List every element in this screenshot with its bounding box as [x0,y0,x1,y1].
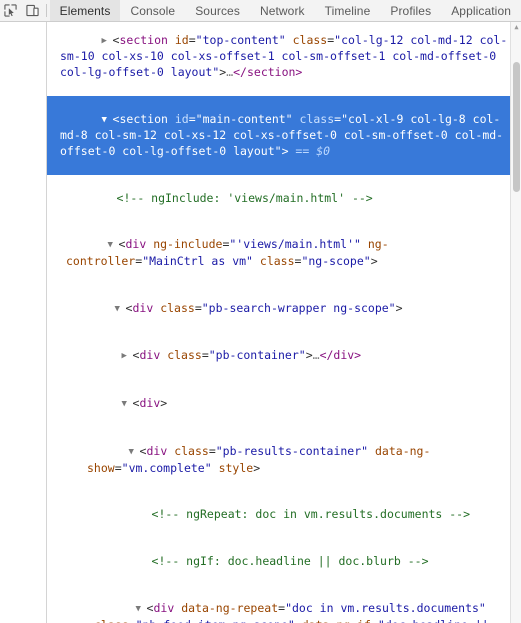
collapsed-children-ellipsis[interactable]: … [313,348,320,362]
tab-application[interactable]: Application [441,0,521,21]
dom-node-pb-search-wrapper[interactable]: ▼ <div class="pb-search-wrapper ng-scope"… [0,285,521,333]
tab-elements-label: Elements [59,3,111,18]
dom-comment-nginclude: <!-- ngInclude: 'views/main.html' --> [0,175,521,222]
dom-tree-scroll-area[interactable]: ▶ <section id="top-content" class="col-lg… [0,22,521,623]
attr-data-ng-repeat-value: "doc in vm.results.documents" [285,600,486,615]
dom-comment-ngif-headline-blurb: <!-- ngIf: doc.headline || doc.blurb --> [0,539,521,586]
tag-close-bracket: > [395,300,403,315]
collapse-arrow-icon[interactable]: ▼ [129,445,140,461]
attr-data-ng-repeat: data-ng-repeat [174,600,279,615]
tab-profiles[interactable]: Profiles [380,0,441,21]
attr-class: class [167,444,209,459]
collapse-arrow-icon[interactable]: ▼ [115,302,126,318]
dom-node-pb-feed-item[interactable]: ▼ <div data-ng-repeat="doc in vm.results.… [0,585,521,623]
tab-sources-label: Sources [195,3,240,18]
dom-comment-ngrepeat: <!-- ngRepeat: doc in vm.results.documen… [0,492,521,539]
dom-node-pb-container[interactable]: ▶ <div class="pb-container">…</div> [0,333,521,381]
tag-name: div [132,300,154,315]
toolbar-divider [45,4,47,17]
closing-tag: </div> [319,348,362,363]
attr-eq: = [188,32,196,47]
attr-id: id [167,32,189,47]
tab-timeline-label: Timeline [324,3,371,18]
attr-class: class [252,253,295,268]
tab-timeline[interactable]: Timeline [315,0,381,21]
tab-console[interactable]: Console [120,0,185,21]
device-toolbar-icon[interactable] [21,0,42,21]
attr-id-value: "top-content" [195,32,286,47]
attr-ng-include: ng-include [146,237,223,252]
comment-text: <!-- ngIf: doc.headline || doc.blurb --> [151,554,429,569]
attr-class-value: "pb-search-wrapper ng-scope" [201,300,396,315]
attr-class-value: "pb-results-container" [215,444,369,459]
tag-name: div [139,396,161,411]
inspect-element-icon[interactable] [0,0,21,21]
tag-close-bracket: > [370,253,378,268]
collapse-arrow-icon[interactable]: ▼ [102,113,113,129]
comment-text: <!-- ngInclude: 'views/main.html' --> [116,190,373,205]
tag-name: section [119,32,168,47]
attr-eq: = [194,300,202,315]
tab-network[interactable]: Network [250,0,315,21]
attr-style: style [211,460,254,475]
devtools-tab-bar: Elements Console Sources Network Timelin… [49,0,521,21]
tag-name: div [139,348,161,363]
attr-class-value: "pb-feed-item ng-scope" [136,618,295,623]
tab-sources[interactable]: Sources [185,0,250,21]
attr-eq: = [208,444,216,459]
tab-elements[interactable]: Elements [49,0,121,21]
collapse-arrow-icon[interactable]: ▼ [136,602,147,618]
tag-close-bracket: > [305,348,313,363]
closing-tag: </section> [233,64,303,79]
tag-close-bracket: > [281,143,289,158]
attr-data-ng-show-value: "vm.complete" [121,460,212,475]
attr-eq: = [201,348,209,363]
tab-profiles-label: Profiles [390,3,432,18]
attr-class: class [292,111,335,126]
vertical-scrollbar[interactable]: ▲ [510,22,521,623]
tag-name: div [125,237,147,252]
attr-ng-include-value: "'views/main.html'" [229,237,361,252]
dom-node-pb-results-container[interactable]: ▼ <div class="pb-results-container" data-… [0,428,521,491]
tab-application-label: Application [451,3,511,18]
dom-tree-panel[interactable]: ▶ <section id="top-content" class="col-lg… [0,22,521,623]
dom-node-top-content[interactable]: ▶ <section id="top-content" class="col-lg… [0,22,521,96]
attr-class-value: "pb-container" [208,348,306,363]
attr-data-ng-if: data-ng-if [295,618,371,623]
tag-close-bracket: > [160,396,168,411]
attr-class: class [285,32,328,47]
collapse-arrow-icon[interactable]: ▼ [122,397,133,413]
tab-console-label: Console [130,3,176,18]
attr-class-value: "ng-scope" [301,253,371,268]
attr-id-value: "main-content" [195,111,293,126]
tag-name: div [153,600,175,615]
attr-ng-controller-value: "MainCtrl as vm" [142,253,253,268]
attr-eq: = [188,111,196,126]
attr-class: class [153,300,195,315]
attr-eq: = [114,460,122,475]
attr-eq: = [129,618,136,623]
expand-arrow-icon[interactable]: ▶ [122,349,133,365]
attr-class: class [160,348,202,363]
scroll-up-arrow-icon[interactable]: ▲ [512,23,521,32]
dom-node-plain-div[interactable]: ▼ <div> [0,381,521,429]
devtools-toolbar: Elements Console Sources Network Timelin… [0,0,521,22]
comment-text: <!-- ngRepeat: doc in vm.results.documen… [151,507,471,522]
tag-close-bracket: > [253,460,261,475]
console-ref-badge: == $0 [288,143,331,158]
collapse-arrow-icon[interactable]: ▼ [108,238,119,254]
tag-name: section [119,111,168,126]
attr-eq: = [371,618,378,623]
dom-node-main-content-selected[interactable]: ... ▼ <section id="main-content" class="co… [0,95,521,175]
expand-arrow-icon[interactable]: ▶ [102,34,113,50]
node-badge-more[interactable]: ... [6,96,30,112]
dom-node-ng-include[interactable]: ▼ <div ng-include="'views/main.html'" ng-… [0,222,521,285]
tag-name: div [146,444,168,459]
scrollbar-thumb[interactable] [513,62,520,192]
attr-id: id [167,111,189,126]
tab-network-label: Network [259,3,305,18]
